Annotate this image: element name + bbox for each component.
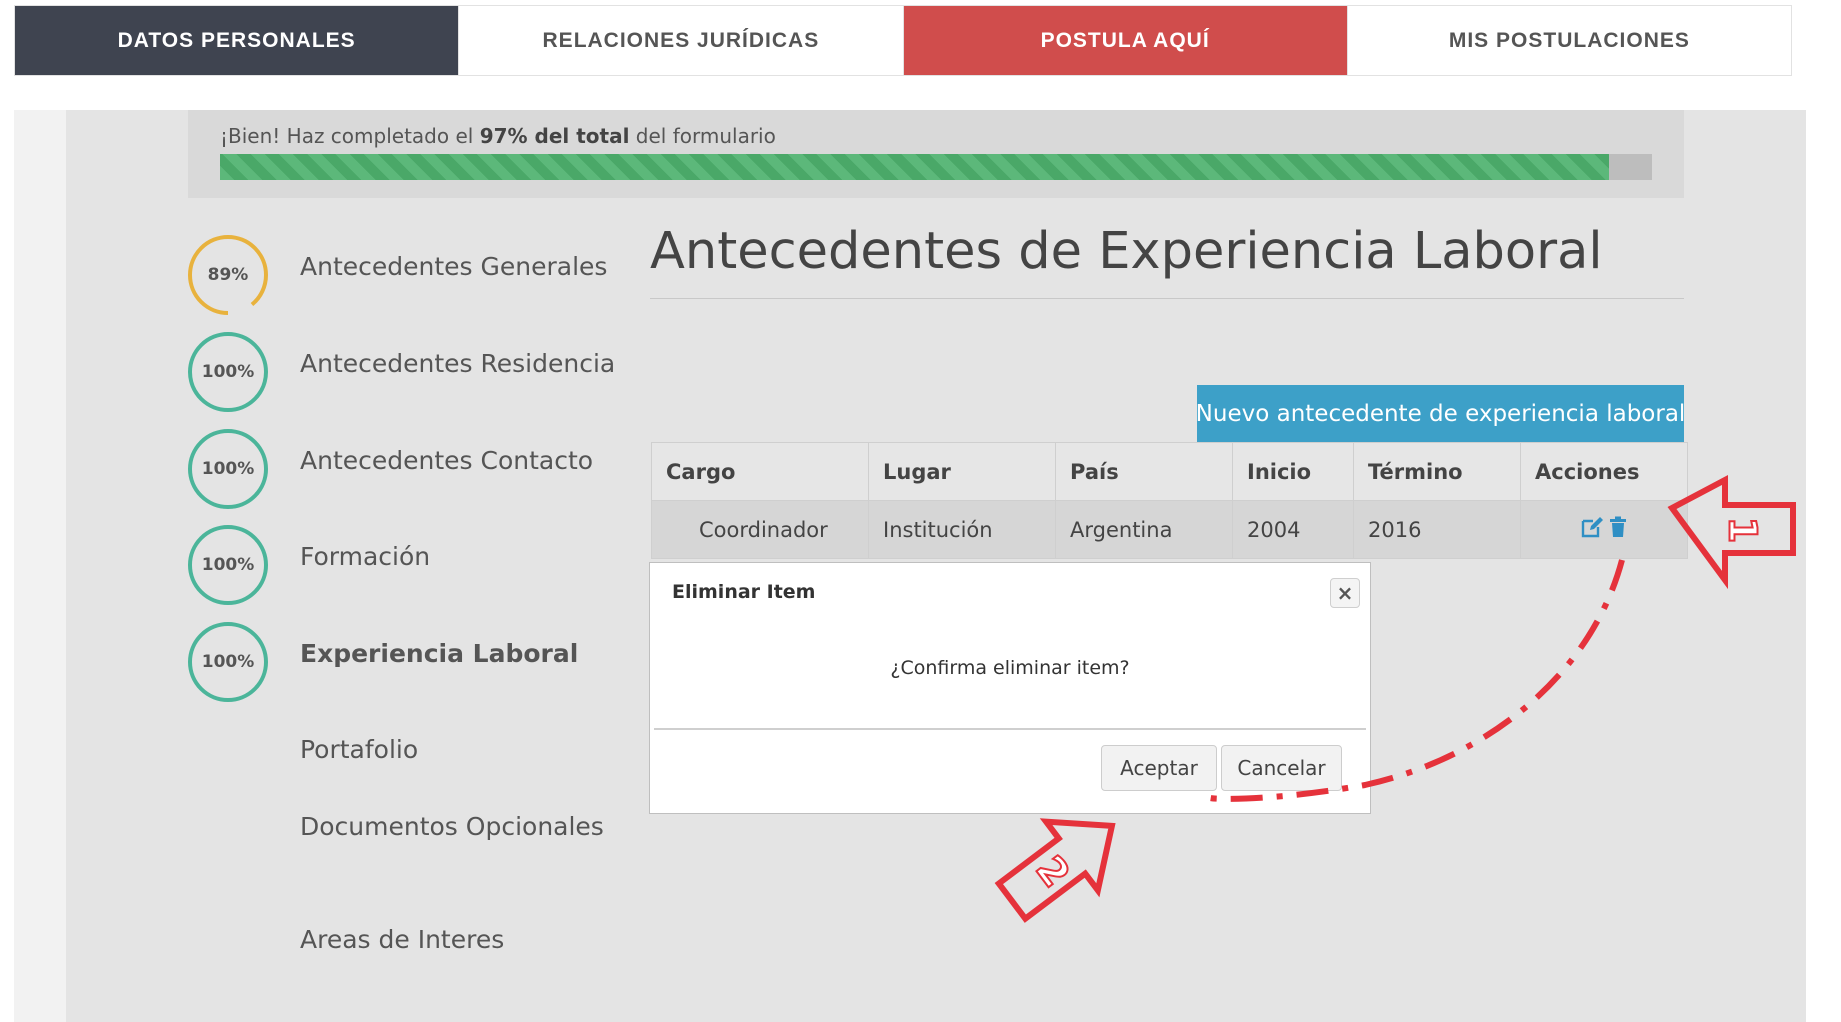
dashed-connector-curve xyxy=(1209,559,1625,802)
arrow-2-icon: 2 xyxy=(994,818,1116,923)
annotation-overlay: 1 2 xyxy=(994,475,1796,923)
arrow-1-number: 1 xyxy=(1721,517,1765,543)
arrow-1-icon: 1 xyxy=(1667,475,1796,590)
